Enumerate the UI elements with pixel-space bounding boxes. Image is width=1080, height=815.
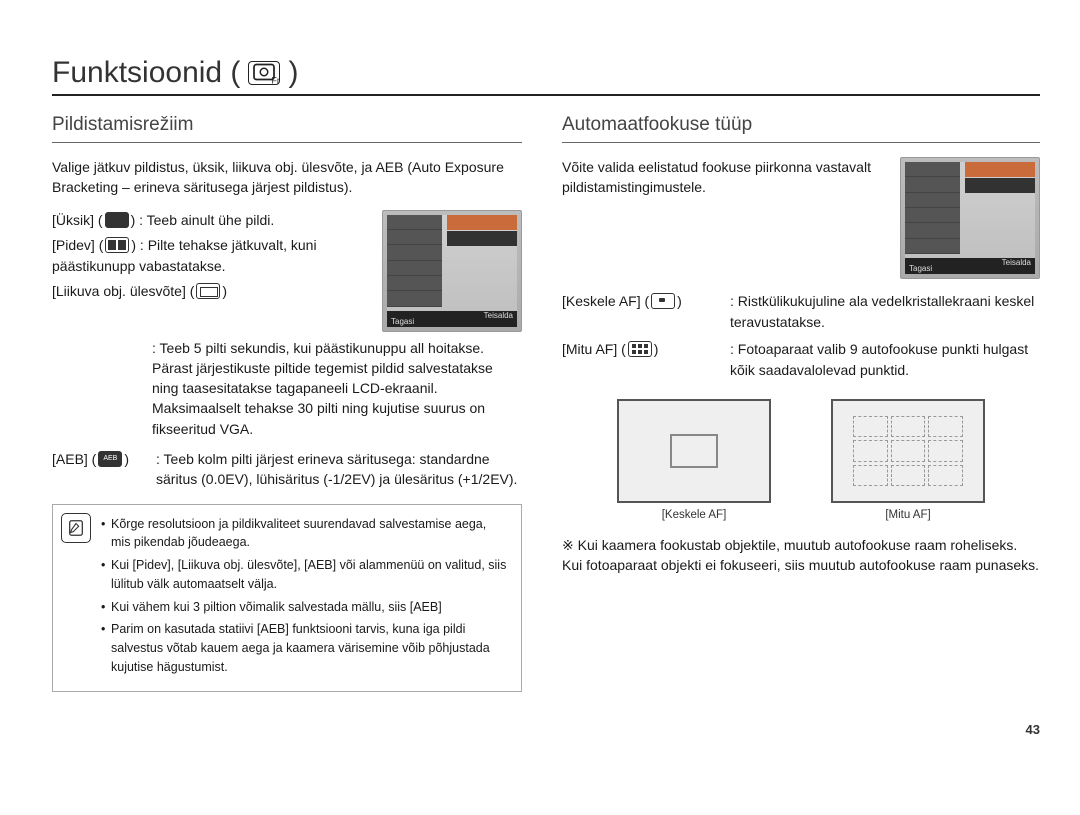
page-number: 43 bbox=[52, 722, 1040, 737]
note-icon bbox=[61, 513, 91, 543]
multi-af-icon bbox=[628, 341, 652, 357]
right-intro: Võite valida eelistatud fookuse piirkonn… bbox=[562, 157, 888, 198]
af-footnote: ※ Kui kaamera fookustab objektile, muutu… bbox=[562, 535, 1040, 576]
title-text: Funktsioonid ( bbox=[52, 56, 240, 90]
multi-af-grid bbox=[853, 416, 963, 486]
opt-keskele: [Keskele AF] () : Ristkülikukujuline ala… bbox=[562, 291, 1040, 333]
single-shot-icon bbox=[105, 212, 129, 228]
opt-uksik: [Üksik] () : Teeb ainult ühe pildi. bbox=[52, 210, 370, 231]
note-box: Kõrge resolutsioon ja pildikvaliteet suu… bbox=[52, 504, 522, 692]
title-suffix: ) bbox=[288, 56, 298, 90]
left-intro: Valige jätkuv pildistus, üksik, liikuva … bbox=[52, 157, 522, 198]
opt-liikuva-desc: : Teeb 5 pilti sekundis, kui päästikunup… bbox=[152, 338, 522, 439]
right-heading: Automaatfookuse tüüp bbox=[562, 114, 1040, 143]
lcd-preview-right: TagasiTeisalda bbox=[900, 157, 1040, 279]
center-af-mark bbox=[670, 434, 718, 468]
note-item: Parim on kasutada statiivi [AEB] funktsi… bbox=[101, 620, 509, 676]
fig-center-af: [Keskele AF] bbox=[617, 399, 771, 521]
lcd-preview-left: TagasiTeisalda bbox=[382, 210, 522, 332]
opt-liikuva-label: [Liikuva obj. ülesvõte] () bbox=[52, 281, 370, 302]
note-item: Kui vähem kui 3 piltion võimalik salvest… bbox=[101, 598, 509, 617]
note-item: Kui [Pidev], [Liikuva obj. ülesvõte], [A… bbox=[101, 556, 509, 594]
svg-text:Fn: Fn bbox=[272, 75, 280, 84]
fn-icon: Fn bbox=[248, 61, 280, 85]
opt-aeb: [AEB] (AEB) : Teeb kolm pilti järjest er… bbox=[52, 449, 522, 490]
opt-mitu: [Mitu AF] () : Fotoaparaat valib 9 autof… bbox=[562, 339, 1040, 381]
center-af-icon bbox=[651, 293, 675, 309]
aeb-icon: AEB bbox=[98, 451, 122, 467]
continuous-icon bbox=[105, 237, 129, 253]
note-item: Kõrge resolutsioon ja pildikvaliteet suu… bbox=[101, 515, 509, 553]
fig-multi-af: [Mitu AF] bbox=[831, 399, 985, 521]
motion-capture-icon bbox=[196, 283, 220, 299]
opt-pidev: [Pidev] () : Pilte tehakse jätkuvalt, ku… bbox=[52, 235, 370, 277]
left-heading: Pildistamisrežiim bbox=[52, 114, 522, 143]
page-title: Funktsioonid ( Fn ) bbox=[52, 56, 1040, 96]
